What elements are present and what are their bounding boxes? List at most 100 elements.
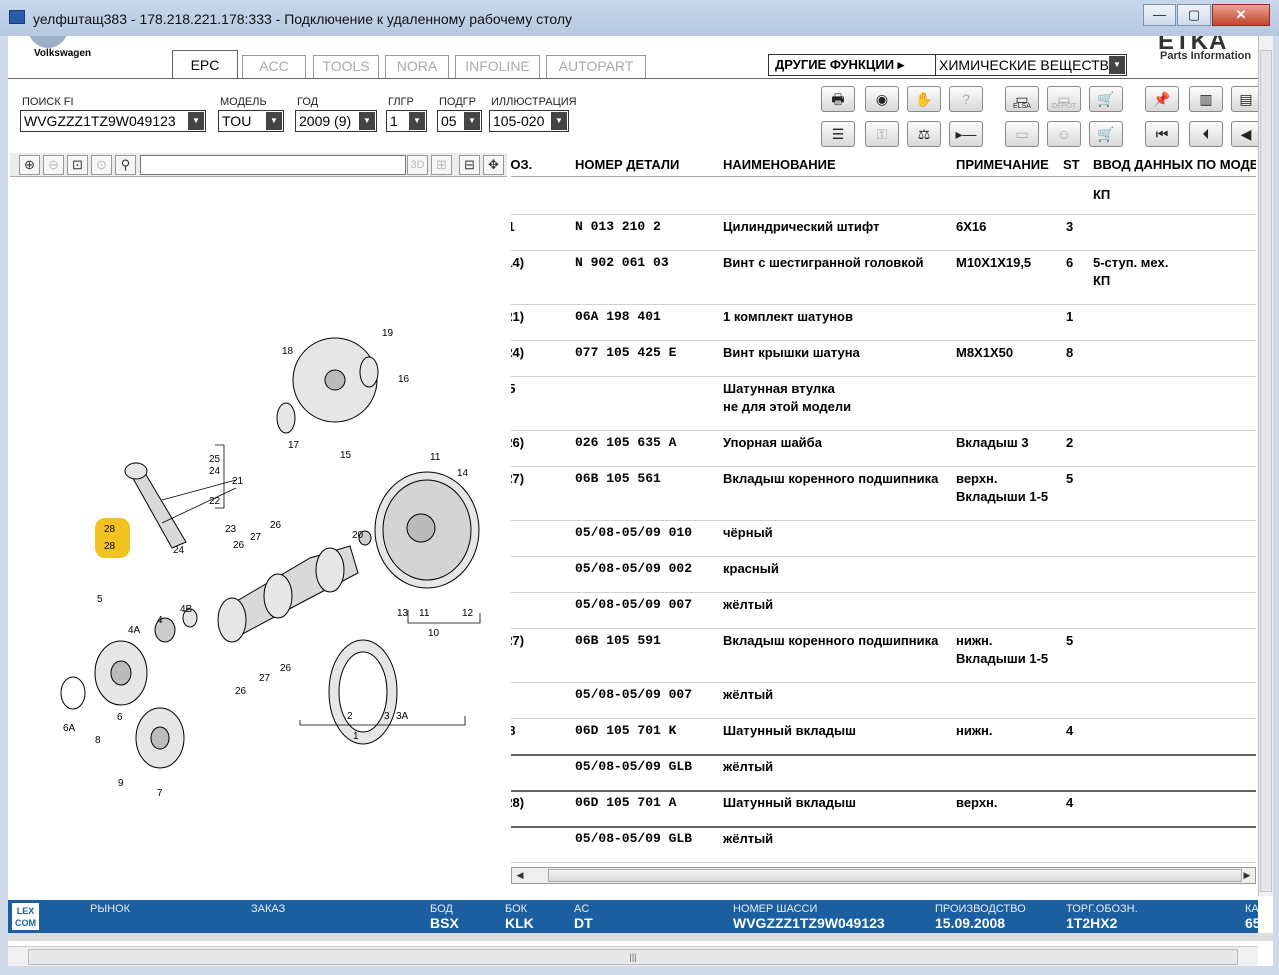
callout-label[interactable]: 11 <box>430 452 441 463</box>
window-vertical-scrollbar[interactable] <box>1258 36 1273 896</box>
callout-label[interactable]: 21 <box>232 476 244 487</box>
table-row[interactable]: (28) 06D 105 701 A Шатунный вкладыш верхн. 4 <box>511 791 1256 827</box>
cart-icon[interactable]: 🛒 <box>1089 121 1123 147</box>
callout-label[interactable]: 16 <box>398 374 410 385</box>
callout-label[interactable]: 27 <box>259 673 271 684</box>
elsa-button[interactable]: ▭ ELSA <box>1005 86 1039 112</box>
chevron-down-icon[interactable]: ▼ <box>1109 56 1125 74</box>
search-fi-field[interactable]: WVGZZZ1TZ9W049123 ▼ <box>20 110 206 132</box>
col-pos-header[interactable]: ПОЗ. <box>511 157 532 172</box>
callout-label[interactable]: 3A <box>396 711 409 722</box>
session-horizontal-scrollbar[interactable]: ||| <box>8 946 1258 966</box>
scroll-left-icon[interactable]: ◀ <box>512 868 528 883</box>
table-row[interactable]: 11 N 013 210 2 Цилиндрический штифт 6X16 3 <box>511 215 1256 251</box>
chevron-down-icon[interactable]: ▼ <box>464 112 480 130</box>
callout-label[interactable]: 6A <box>63 723 76 734</box>
maximize-button[interactable]: ▢ <box>1177 4 1211 26</box>
zoom-in-icon[interactable]: ⊕ <box>19 155 40 175</box>
callout-label[interactable]: 27 <box>250 532 262 543</box>
callout-label[interactable]: 14 <box>457 468 469 479</box>
list-icon[interactable]: ☰ <box>821 121 855 147</box>
table-row[interactable]: 05/08-05/09 GLB жёлтый <box>511 755 1256 791</box>
callout-label[interactable]: 9 <box>118 778 124 789</box>
3d-button[interactable]: 3D <box>407 155 428 175</box>
year-select[interactable]: 2009 (9) ▼ <box>295 110 377 132</box>
chevron-down-icon[interactable]: ▼ <box>551 112 567 130</box>
play-minus-icon[interactable]: ▸— <box>949 121 983 147</box>
sub-group-select[interactable]: 05 ▼ <box>437 110 482 132</box>
table-row[interactable]: 05/08-05/09 007 жёлтый <box>511 683 1256 719</box>
monitor-icon[interactable]: ▭ <box>1005 121 1039 147</box>
col-name-header[interactable]: НАИМЕНОВАНИЕ <box>723 157 836 172</box>
callout-label[interactable]: 25 <box>209 454 221 465</box>
key-icon[interactable]: ⚿ <box>865 121 899 147</box>
col-model-data-header[interactable]: ВВОД ДАННЫХ ПО МОДЕЛИ <box>1093 157 1256 172</box>
scale-icon[interactable]: ⚖ <box>907 121 941 147</box>
chevron-down-icon[interactable]: ▼ <box>188 112 204 130</box>
callout-label[interactable]: 24 <box>209 466 221 477</box>
table-row[interactable]: (21) 06A 198 401 1 комплект шатунов 1 <box>511 305 1256 341</box>
table-row[interactable]: 25 Шатунная втулка не для этой модели <box>511 377 1256 431</box>
callout-label[interactable]: 26 <box>235 686 247 697</box>
col-st-header[interactable]: ST <box>1063 157 1080 172</box>
callout-label[interactable]: 20 <box>352 530 364 541</box>
tab-infoline[interactable]: INFOLINE <box>455 55 540 78</box>
table-row[interactable]: (26) 026 105 635 A Упорная шайба Вкладыш 3 2 <box>511 431 1256 467</box>
table-row[interactable]: (27) 06B 105 591 Вкладыш коренного подшипн… <box>511 629 1256 683</box>
tab-nora[interactable]: NORA <box>385 55 449 78</box>
col-note-header[interactable]: ПРИМЕЧАНИЕ <box>956 157 1049 172</box>
callout-label[interactable]: 18 <box>282 346 294 357</box>
callout-label[interactable]: 4 <box>157 615 163 626</box>
parts-diagram[interactable]: 18 19 16 17 15 25 24 21 22 23 27 26 28 28 24 26 20 11 14 5 4… <box>10 178 507 888</box>
callout-label[interactable]: 10 <box>428 628 440 639</box>
callout-label[interactable]: 2 <box>347 711 353 722</box>
callout-label[interactable]: 8 <box>95 735 101 746</box>
table-row[interactable]: 05/08-05/09 007 жёлтый <box>511 593 1256 629</box>
callout-label[interactable]: 19 <box>382 328 394 339</box>
callout-label[interactable]: 17 <box>288 440 300 451</box>
callout-label[interactable]: 13 <box>397 608 409 619</box>
person-icon[interactable]: ☺ <box>1047 121 1081 147</box>
callout-label[interactable]: 11 <box>419 608 430 619</box>
print-icon[interactable]: 🖶 <box>821 86 855 112</box>
table-row[interactable]: (24) 077 105 425 E Винт крышки шатуна M8X1X… <box>511 341 1256 377</box>
table-row[interactable]: КП <box>511 177 1256 215</box>
other-functions-select[interactable]: ХИМИЧЕСКИЕ ВЕЩЕСТВА ▼ <box>935 54 1127 76</box>
cart-export-icon[interactable]: 🛒 <box>1089 86 1123 112</box>
handshake-icon[interactable]: ✋ <box>907 86 941 112</box>
back-icon[interactable]: ◀ <box>1231 121 1261 147</box>
tab-autopart[interactable]: AUTOPART <box>546 55 646 78</box>
tab-acc[interactable]: ACC <box>242 55 306 78</box>
callout-label[interactable]: 12 <box>462 608 474 619</box>
callout-label[interactable]: 5 <box>97 594 103 605</box>
scroll-right-icon[interactable]: ▶ <box>1239 868 1255 883</box>
table-row[interactable]: 05/08-05/09 010 чёрный <box>511 521 1256 557</box>
model-select[interactable]: TOU ▼ <box>218 110 284 132</box>
col-part-number-header[interactable]: НОМЕР ДЕТАЛИ <box>575 157 679 172</box>
book-icon[interactable]: ▥ <box>1189 86 1223 112</box>
zoom-area-icon[interactable]: ⊡ <box>67 155 88 175</box>
callout-label[interactable]: 1 <box>353 731 359 742</box>
split-view-icon[interactable]: ⊟ <box>459 155 480 175</box>
callout-label[interactable]: 28 <box>104 524 116 535</box>
depot-button[interactable]: ▭ DEPOT <box>1047 86 1081 112</box>
tab-tools[interactable]: TOOLS <box>313 55 379 78</box>
zoom-fit-icon[interactable]: ⊙ <box>91 155 112 175</box>
callout-label[interactable]: 26 <box>280 663 292 674</box>
table-row[interactable]: 28 06D 105 701 K Шатунный вкладыш нижн. 4 <box>511 719 1256 755</box>
grid-icon[interactable]: ⊞ <box>431 155 452 175</box>
scroll-thumb[interactable] <box>1260 50 1272 892</box>
move-icon[interactable]: ✥ <box>483 155 504 175</box>
search-icon[interactable]: ⚲ <box>115 155 136 175</box>
callout-label[interactable]: 3 <box>384 711 390 722</box>
table-horizontal-scrollbar[interactable]: ◀ ▶ <box>511 867 1256 884</box>
scroll-thumb[interactable]: ||| <box>28 949 1238 965</box>
callout-label[interactable]: 6 <box>117 712 123 723</box>
chevron-down-icon[interactable]: ▼ <box>359 112 375 130</box>
pin-icon[interactable]: 📌 <box>1145 86 1179 112</box>
callout-label[interactable]: 26 <box>233 540 245 551</box>
callout-label[interactable]: 23 <box>225 524 237 535</box>
table-row[interactable]: (27) 06B 105 561 Вкладыш коренного подшипн… <box>511 467 1256 521</box>
callout-label[interactable]: 22 <box>209 496 221 507</box>
callout-label[interactable]: 24 <box>173 545 185 556</box>
